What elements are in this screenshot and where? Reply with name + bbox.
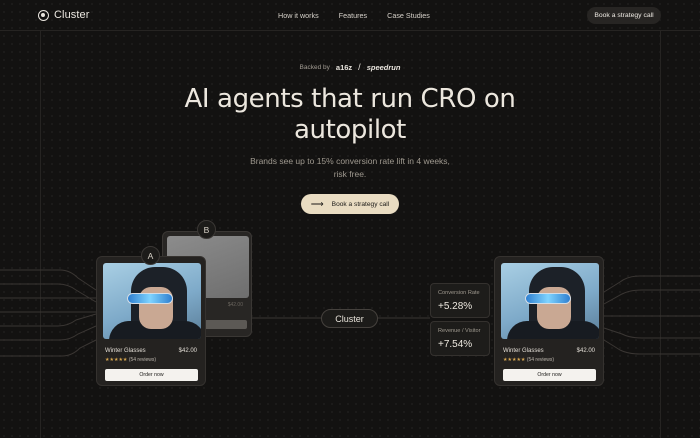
- metric-revenue-per-visitor: Revenue / Visitor +7.54%: [430, 321, 490, 356]
- metric-value: +5.28%: [438, 301, 473, 312]
- variant-b-price: $42.00: [227, 302, 243, 308]
- product-rating: ★★★★★ (54 reviews): [105, 357, 156, 363]
- review-count: (54 reviews): [128, 357, 157, 363]
- rating-stars-icon: ★★★★★: [105, 357, 128, 363]
- metric-value: +7.54%: [438, 339, 473, 350]
- review-count: (54 reviews): [526, 357, 555, 363]
- product-image-winter-glasses: [103, 263, 201, 339]
- variant-a-card[interactable]: Winter Glasses $42.00 ★★★★★ (54 reviews)…: [96, 256, 206, 386]
- order-now-button[interactable]: Order now: [503, 369, 596, 381]
- metric-conversion-rate: Conversion Rate +5.28%: [430, 283, 490, 318]
- variant-b-badge: B: [197, 220, 216, 239]
- product-rating: ★★★★★ (54 reviews): [503, 357, 554, 363]
- metric-label: Revenue / Visitor: [438, 328, 481, 334]
- metric-label: Conversion Rate: [438, 290, 480, 296]
- product-price: $42.00: [576, 348, 595, 354]
- variant-a-badge: A: [141, 246, 160, 265]
- winning-variant-card[interactable]: Winter Glasses $42.00 ★★★★★ (54 reviews)…: [494, 256, 604, 386]
- rating-stars-icon: ★★★★★: [503, 357, 526, 363]
- product-name: Winter Glasses: [105, 348, 146, 354]
- product-price: $42.00: [178, 348, 197, 354]
- cluster-hub-pill: Cluster: [321, 309, 378, 328]
- order-now-button[interactable]: Order now: [105, 369, 198, 381]
- product-name: Winter Glasses: [503, 348, 544, 354]
- product-image-winter-glasses: [501, 263, 599, 339]
